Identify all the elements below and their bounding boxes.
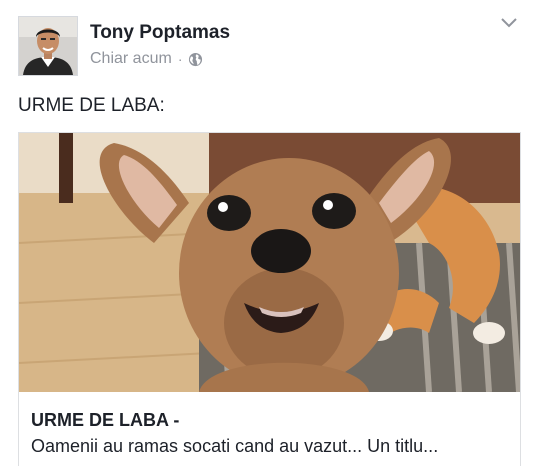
chevron-down-icon[interactable]	[500, 16, 518, 28]
meta-separator: ·	[177, 51, 183, 67]
avatar[interactable]	[18, 16, 78, 76]
link-preview-description[interactable]: Oamenii au ramas socati cand au vazut...…	[31, 436, 438, 457]
link-preview-image[interactable]	[19, 133, 520, 392]
post-text: URME DE LABA:	[18, 95, 165, 116]
facebook-post: Tony Poptamas Chiar acum · URME DE LABA:	[0, 0, 540, 466]
post-timestamp[interactable]: Chiar acum	[90, 50, 172, 68]
link-preview-title[interactable]: URME DE LABA -	[31, 410, 179, 431]
author-name[interactable]: Tony Poptamas	[90, 22, 230, 44]
post-meta: Chiar acum ·	[90, 50, 203, 68]
link-preview-card[interactable]: URME DE LABA - Oamenii au ramas socati c…	[18, 132, 521, 466]
globe-icon[interactable]	[188, 52, 203, 67]
